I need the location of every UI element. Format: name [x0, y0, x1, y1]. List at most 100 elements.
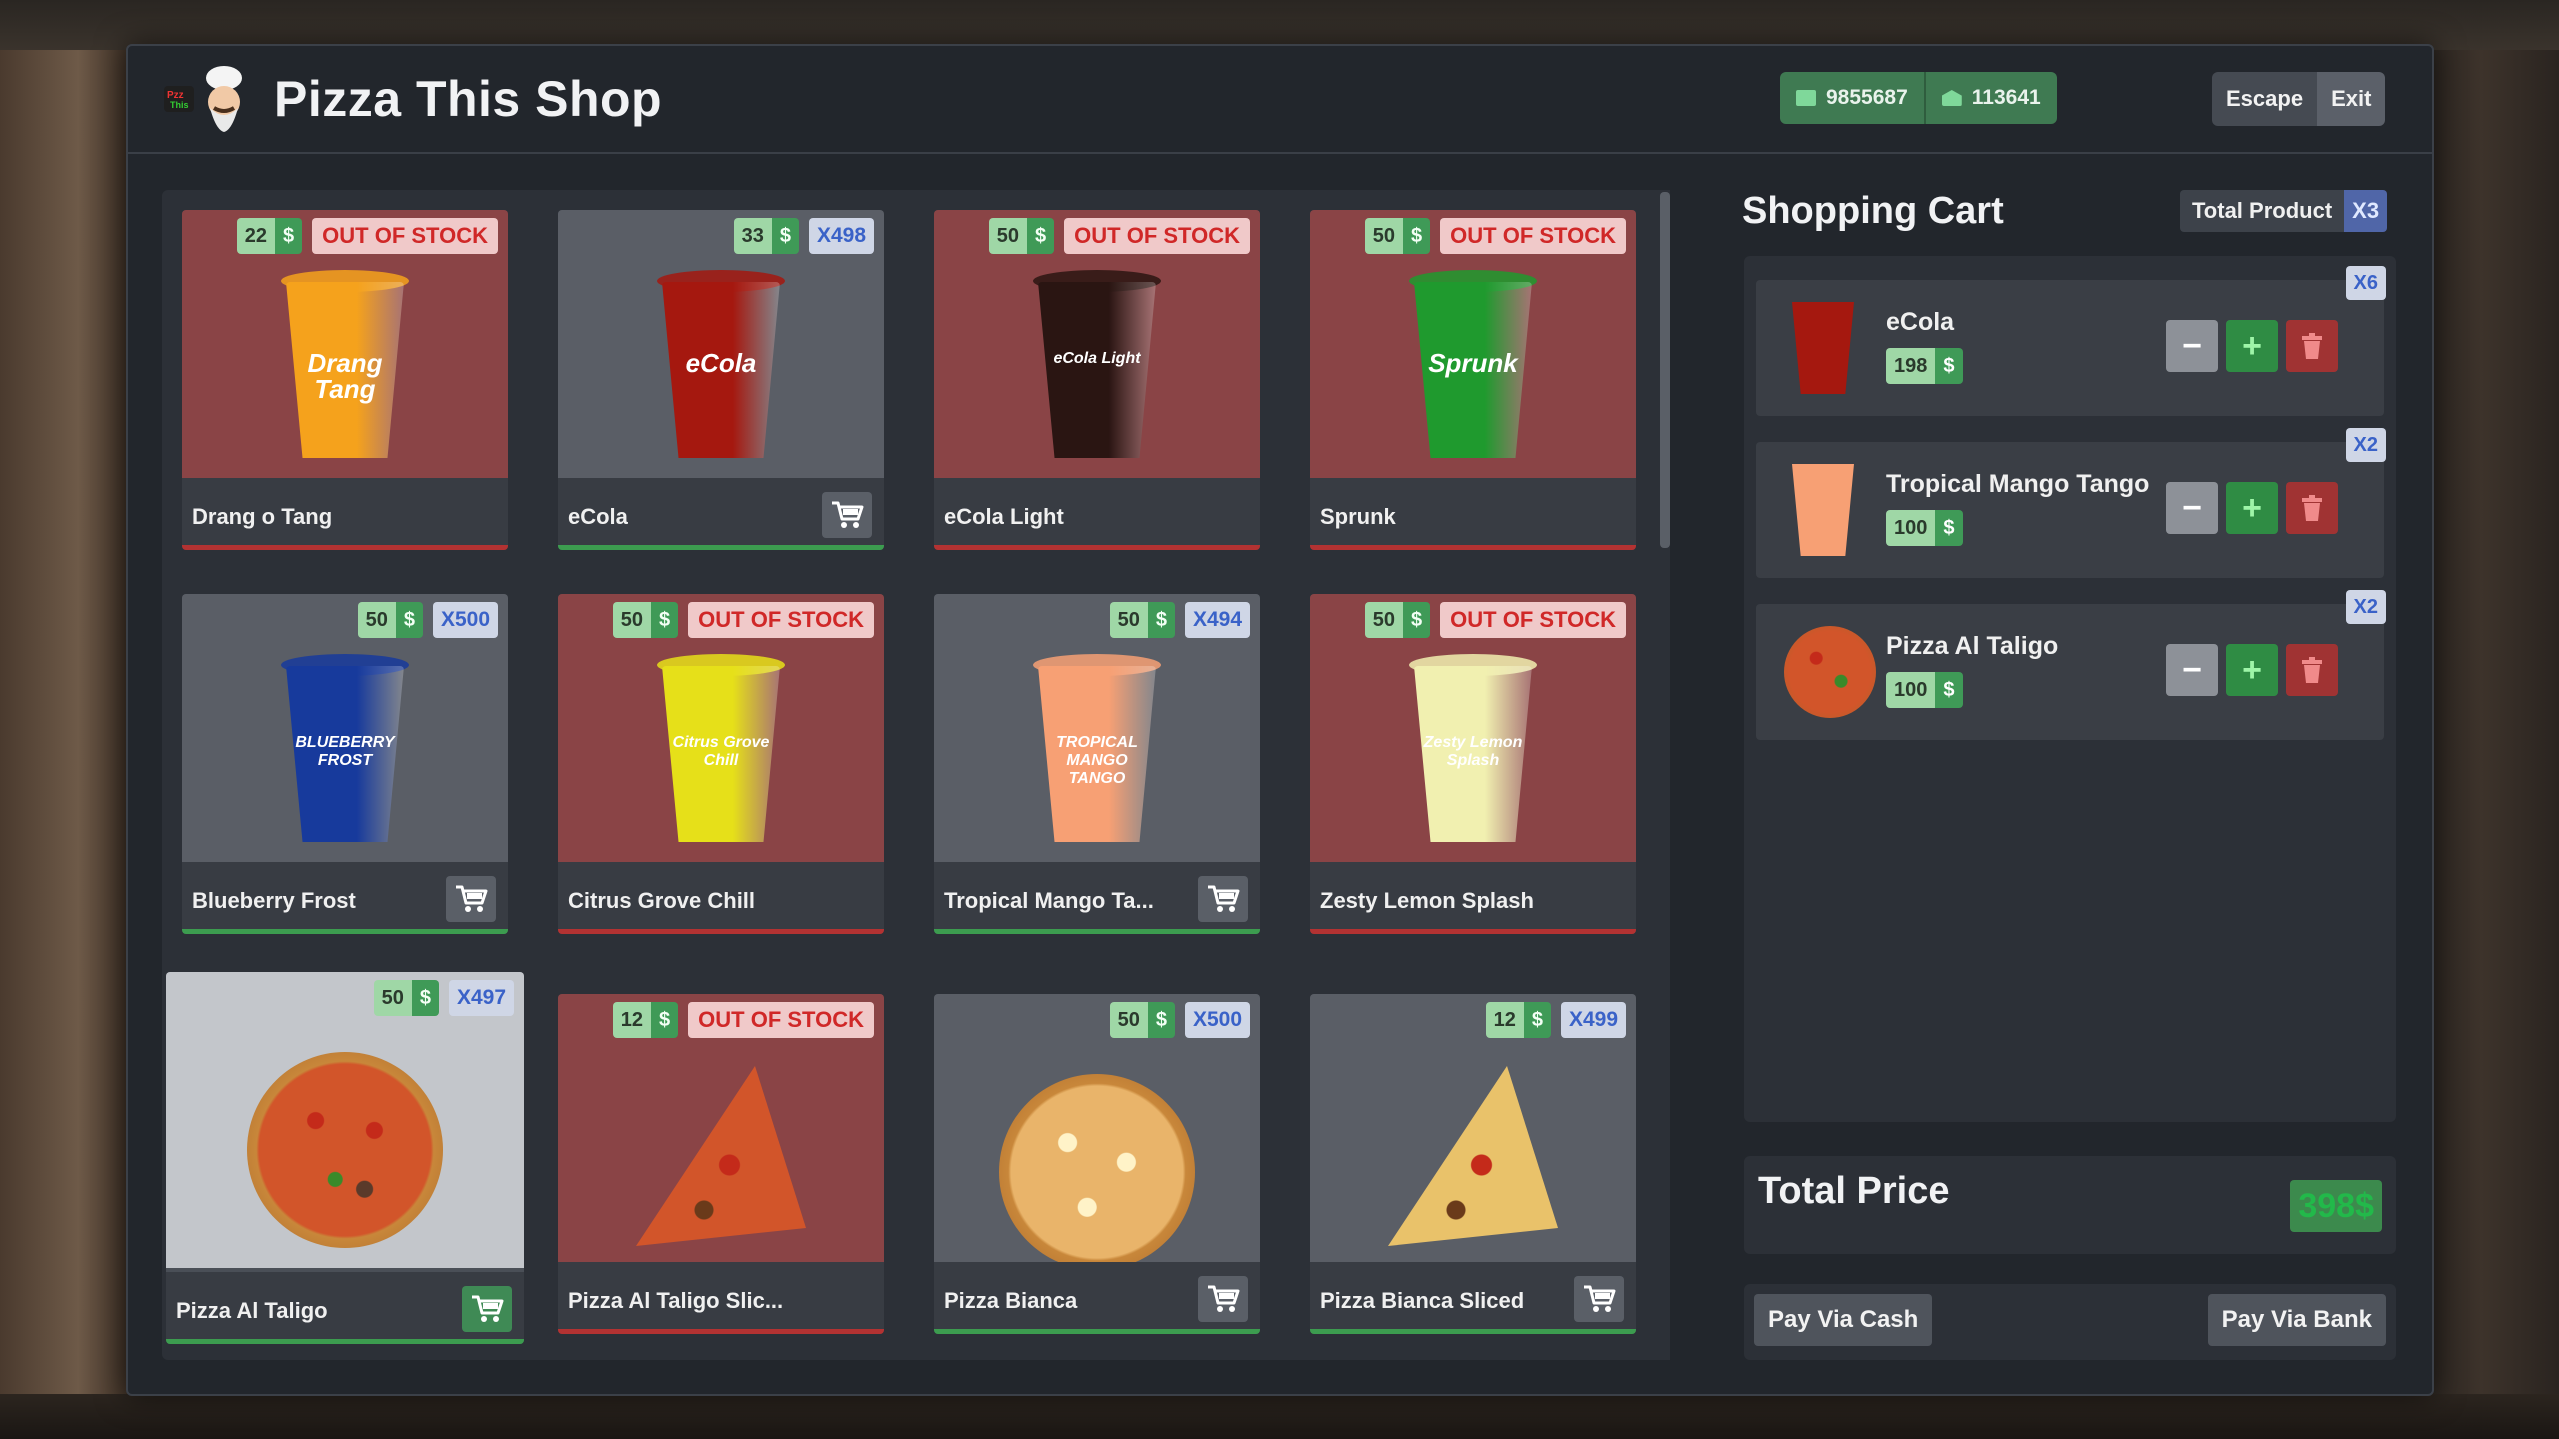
- product-badges: 50 $ X497: [373, 980, 514, 1016]
- currency-symbol: $: [1403, 602, 1431, 638]
- product-badges: 50 $ OUT OF STOCK: [988, 218, 1250, 254]
- increase-quantity-button[interactable]: +: [2226, 320, 2278, 372]
- add-to-cart-button[interactable]: [1198, 876, 1248, 922]
- currency-symbol: $: [1935, 348, 1963, 384]
- total-product-count: X3: [2344, 190, 2388, 232]
- cart-icon: [1208, 885, 1240, 912]
- remove-item-button[interactable]: [2286, 644, 2338, 696]
- cart-item-quantity: X6: [2345, 266, 2386, 300]
- stock-status-bar: [558, 929, 884, 934]
- currency-symbol: $: [1403, 218, 1431, 254]
- product-name: Sprunk: [1320, 504, 1396, 529]
- product-badges: 12 $ OUT OF STOCK: [612, 1002, 874, 1038]
- increase-quantity-button[interactable]: +: [2226, 644, 2278, 696]
- product-name: Pizza Bianca Sliced: [1320, 1288, 1525, 1313]
- drink-label: eCola: [685, 348, 757, 378]
- trash-icon: [2302, 495, 2322, 521]
- product-card[interactable]: 50 $ X500 Pizza Bianca: [934, 994, 1260, 1334]
- pay-via-cash-button[interactable]: Pay Via Cash: [1754, 1294, 1933, 1346]
- out-of-stock-badge: OUT OF STOCK: [1440, 602, 1626, 638]
- currency-symbol: $: [275, 218, 303, 254]
- plus-icon: +: [2242, 650, 2262, 689]
- background-bottom: [0, 1394, 2559, 1439]
- stock-count-badge: X499: [1560, 1002, 1626, 1038]
- product-card[interactable]: Zesty Lemon Splash 50 $ OUT OF STOCK Zes…: [1310, 594, 1636, 934]
- decrease-quantity-button[interactable]: −: [2166, 644, 2218, 696]
- product-card[interactable]: Sprunk 50 $ OUT OF STOCK Sprunk: [1310, 210, 1636, 550]
- cart-item-price-value: 100: [1886, 672, 1936, 708]
- drink-label: eCola Light: [1053, 350, 1141, 367]
- cart-item-price: 198 $: [1886, 348, 1963, 384]
- product-badges: 50 $ X500: [1109, 1002, 1250, 1038]
- out-of-stock-badge: OUT OF STOCK: [1064, 218, 1250, 254]
- add-to-cart-button[interactable]: [446, 876, 496, 922]
- drink-label: TROPICAL MANGO TANGO: [1056, 734, 1138, 787]
- price-value: 50: [1364, 218, 1404, 254]
- drink-label: Sprunk: [1428, 348, 1518, 378]
- cart-item-quantity: X2: [2345, 590, 2386, 624]
- price-value: 50: [1109, 1002, 1148, 1038]
- bank-balance: 113641: [1923, 72, 2057, 124]
- pay-via-bank-button[interactable]: Pay Via Bank: [2207, 1294, 2386, 1346]
- product-card[interactable]: TROPICAL MANGO TANGO 50 $ X494 Tropical …: [934, 594, 1260, 934]
- product-card[interactable]: Drang Tang 22 $ OUT OF STOCK Drang o Tan…: [182, 210, 508, 550]
- cash-balance: 9855687: [1780, 72, 1924, 124]
- cart-item-controls: − +: [2166, 482, 2338, 534]
- remove-item-button[interactable]: [2286, 320, 2338, 372]
- product-badges: 12 $ X499: [1485, 1002, 1626, 1038]
- add-to-cart-button[interactable]: [462, 1286, 512, 1332]
- out-of-stock-badge: OUT OF STOCK: [688, 602, 874, 638]
- stock-status-bar: [1310, 545, 1636, 550]
- product-card[interactable]: eCola Light 50 $ OUT OF STOCK eCola Ligh…: [934, 210, 1260, 550]
- currency-symbol: $: [1935, 672, 1963, 708]
- product-card[interactable]: Citrus Grove Chill 50 $ OUT OF STOCK Cit…: [558, 594, 884, 934]
- cart-title: Shopping Cart: [1742, 190, 2004, 232]
- cart-item: X6 eCola 198 $ − +: [1756, 266, 2386, 416]
- product-card[interactable]: BLUEBERRY FROST 50 $ X500 Blueberry Fros…: [182, 594, 508, 934]
- product-card[interactable]: eCola 33 $ X498 eCola: [558, 210, 884, 550]
- stock-status-bar: [558, 545, 884, 550]
- total-price-label: Total Price: [1758, 1170, 1950, 1212]
- product-name: Pizza Bianca: [944, 1288, 1078, 1313]
- cart-item-controls: − +: [2166, 644, 2338, 696]
- cart-item-quantity: X2: [2345, 428, 2386, 462]
- product-name: Blueberry Frost: [192, 888, 356, 913]
- product-card[interactable]: 12 $ OUT OF STOCK Pizza Al Taligo Slic..…: [558, 994, 884, 1334]
- product-card[interactable]: 12 $ X499 Pizza Bianca Sliced: [1310, 994, 1636, 1334]
- drink-label: Citrus Grove Chill: [672, 734, 770, 769]
- price-value: 50: [373, 980, 412, 1016]
- out-of-stock-badge: OUT OF STOCK: [688, 1002, 874, 1038]
- price-badge: 50 $: [1364, 602, 1431, 638]
- payment-panel: Pay Via Cash Pay Via Bank: [1744, 1284, 2396, 1360]
- product-card[interactable]: 50 $ X497 Pizza Al Taligo: [166, 972, 524, 1344]
- stock-status-bar: [558, 1329, 884, 1334]
- background-top: [0, 0, 2559, 50]
- stock-status-bar: [1310, 929, 1636, 934]
- add-to-cart-button[interactable]: [1574, 1276, 1624, 1322]
- add-to-cart-button[interactable]: [822, 492, 872, 538]
- stock-count-badge: X494: [1184, 602, 1250, 638]
- plus-icon: +: [2242, 488, 2262, 527]
- bank-value: 113641: [1971, 86, 2041, 109]
- currency-symbol: $: [1523, 1002, 1551, 1038]
- exit-button[interactable]: Exit: [2317, 72, 2386, 126]
- price-badge: 50 $: [1109, 602, 1175, 638]
- escape-button[interactable]: Escape: [2212, 72, 2318, 126]
- trash-icon: [2302, 657, 2322, 683]
- product-badges: 22 $ OUT OF STOCK: [236, 218, 498, 254]
- scrollbar-thumb[interactable]: [1660, 192, 1670, 548]
- price-value: 50: [1364, 602, 1404, 638]
- cart-icon: [1208, 1285, 1240, 1312]
- increase-quantity-button[interactable]: +: [2226, 482, 2278, 534]
- decrease-quantity-button[interactable]: −: [2166, 320, 2218, 372]
- decrease-quantity-button[interactable]: −: [2166, 482, 2218, 534]
- stock-count-badge: X498: [808, 218, 874, 254]
- drink-label: Drang Tang: [307, 348, 383, 404]
- price-value: 50: [1109, 602, 1148, 638]
- remove-item-button[interactable]: [2286, 482, 2338, 534]
- cart-item-name: Pizza Al Taligo: [1886, 632, 2059, 660]
- add-to-cart-button[interactable]: [1198, 1276, 1248, 1322]
- product-name: Tropical Mango Ta...: [944, 888, 1154, 913]
- stock-count-badge: X497: [448, 980, 514, 1016]
- price-value: 12: [1485, 1002, 1524, 1038]
